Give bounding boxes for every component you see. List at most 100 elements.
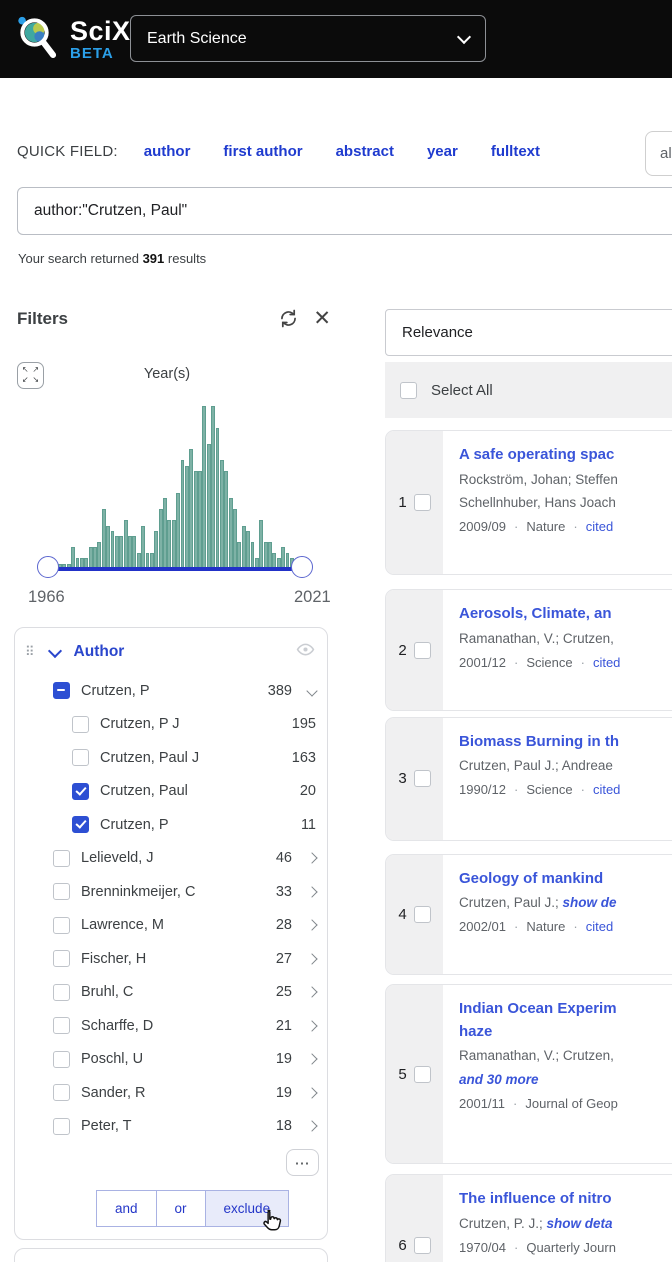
cited-link[interactable]: cited [586,919,613,934]
year-bar-1990[interactable] [163,498,167,569]
year-bar-1981[interactable] [124,520,128,569]
facet-checkbox[interactable] [53,682,70,699]
facet-checkbox[interactable] [72,783,89,800]
facet-checkbox[interactable] [53,1051,70,1068]
logic-or-button[interactable]: or [157,1190,206,1227]
year-bar-1994[interactable] [181,460,185,569]
result-title[interactable]: Geology of mankind [459,868,672,891]
year-bar-2005[interactable] [229,498,233,569]
chevron-right-icon[interactable] [292,850,316,866]
year-bar-2014[interactable] [268,542,272,569]
year-bar-2017[interactable] [281,547,285,569]
result-checkbox[interactable] [414,770,431,787]
facet-checkbox[interactable] [53,950,70,967]
drag-handle-icon[interactable]: ⠿ [25,644,34,660]
year-bar-1983[interactable] [132,536,136,569]
result-checkbox[interactable] [414,1066,431,1083]
facet-checkbox[interactable] [72,749,89,766]
year-bar-2002[interactable] [216,428,220,569]
cited-link[interactable]: cited [593,655,620,670]
facet-row-label[interactable]: Scharffe, D [81,1018,276,1034]
facet-checkbox[interactable] [53,850,70,867]
year-bar-1975[interactable] [97,542,101,569]
year-bar-1977[interactable] [106,526,110,569]
year-bar-1976[interactable] [102,509,106,569]
year-bar-1985[interactable] [141,526,145,569]
year-bar-2003[interactable] [220,460,224,569]
quick-field-link-abstract[interactable]: abstract [336,143,394,160]
facet-row-label[interactable]: Crutzen, P [81,683,268,699]
chevron-right-icon[interactable] [292,917,316,933]
facet-checkbox[interactable] [53,1118,70,1135]
quick-field-link-first-author[interactable]: first author [223,143,302,160]
year-slider-handle-min[interactable] [37,556,59,578]
facet-row-label[interactable]: Crutzen, P [100,817,301,833]
year-bar-2012[interactable] [259,520,263,569]
year-bar-1999[interactable] [202,406,206,569]
year-bar-2013[interactable] [264,542,268,569]
year-bar-2009[interactable] [246,531,250,569]
year-bar-1991[interactable] [167,520,171,569]
facet-row-label[interactable]: Lelieveld, J [81,850,276,866]
chevron-right-icon[interactable] [292,1118,316,1134]
facet-row-label[interactable]: Crutzen, Paul [100,783,300,799]
year-bar-2000[interactable] [207,444,211,569]
facet-row-label[interactable]: Poschl, U [81,1051,276,1067]
year-bar-1982[interactable] [128,536,132,569]
eye-icon[interactable] [296,640,315,664]
year-bar-1974[interactable] [93,547,97,569]
facet-checkbox[interactable] [72,716,89,733]
result-title[interactable]: The influence of nitro [459,1188,672,1211]
logic-and-button[interactable]: and [96,1190,157,1227]
result-title[interactable]: Biomass Burning in th [459,731,672,754]
facet-row-label[interactable]: Fischer, H [81,951,276,967]
quick-field-link-fulltext[interactable]: fulltext [491,143,540,160]
facet-row-label[interactable]: Bruhl, C [81,984,276,1000]
chevron-right-icon[interactable] [292,951,316,967]
year-bar-2007[interactable] [237,542,241,569]
result-title[interactable]: Aerosols, Climate, an [459,603,672,626]
result-title[interactable]: Indian Ocean Experim [459,998,672,1021]
year-bar-1980[interactable] [119,536,123,569]
expand-chart-icon[interactable]: ↖↗ ↙↘ [17,362,44,389]
chevron-right-icon[interactable] [292,1018,316,1034]
quick-field-link-author[interactable]: author [144,143,191,160]
facet-row-label[interactable]: Lawrence, M [81,917,276,933]
show-details-link[interactable]: show deta [547,1216,613,1231]
result-title[interactable]: A safe operating spac [459,444,672,467]
more-options-button[interactable]: ⋯ [286,1149,319,1176]
logic-exclude-button[interactable]: exclude [206,1190,290,1227]
year-slider-handle-max[interactable] [291,556,313,578]
chevron-down-icon[interactable] [47,643,61,657]
year-bar-1998[interactable] [198,471,202,569]
facet-row-label[interactable]: Crutzen, Paul J [100,750,292,766]
cited-link[interactable]: cited [586,519,613,534]
result-checkbox[interactable] [414,494,431,511]
year-bar-1992[interactable] [172,520,176,569]
year-bar-1973[interactable] [89,547,93,569]
sort-select[interactable]: Relevance [385,309,672,356]
chevron-down-icon[interactable] [292,683,316,699]
show-details-link[interactable]: and 30 more [459,1072,539,1087]
facet-checkbox[interactable] [53,883,70,900]
facet-row-label[interactable]: Crutzen, P J [100,716,292,732]
facet-row-label[interactable]: Peter, T [81,1118,276,1134]
facet-row-label[interactable]: Sander, R [81,1085,276,1101]
year-slider-track[interactable] [48,567,301,571]
year-bar-1979[interactable] [115,536,119,569]
show-details-link[interactable]: show de [563,895,617,910]
refresh-filters-icon[interactable] [278,308,299,329]
result-checkbox[interactable] [414,642,431,659]
select-all-checkbox[interactable] [400,382,417,399]
search-input[interactable] [17,187,672,235]
year-bar-2001[interactable] [211,406,215,569]
facet-checkbox[interactable] [53,1017,70,1034]
year-bar-2010[interactable] [251,542,255,569]
year-bar-2008[interactable] [242,526,246,569]
chevron-right-icon[interactable] [292,1085,316,1101]
year-bar-1969[interactable] [71,547,75,569]
result-checkbox[interactable] [414,906,431,923]
quick-field-link-year[interactable]: year [427,143,458,160]
facet-checkbox[interactable] [53,917,70,934]
year-bar-1993[interactable] [176,493,180,569]
